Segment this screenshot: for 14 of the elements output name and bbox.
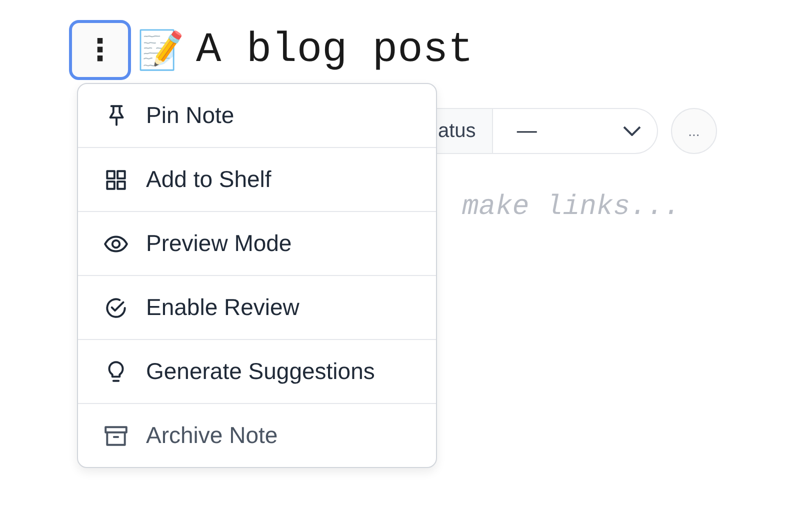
menu-item[interactable]: Pin Note	[78, 84, 436, 148]
more-button[interactable]: ...	[671, 108, 717, 154]
status-label: atus	[436, 109, 493, 153]
menu-item[interactable]: Preview Mode	[78, 212, 436, 276]
menu-item[interactable]: Enable Review	[78, 276, 436, 340]
menu-item[interactable]: Archive Note	[78, 404, 436, 467]
menu-item[interactable]: Add to Shelf	[78, 148, 436, 212]
menu-item[interactable]: Generate Suggestions	[78, 340, 436, 404]
status-select[interactable]: atus —	[436, 108, 658, 154]
note-title: A blog post	[196, 26, 474, 74]
status-value: —	[516, 120, 537, 142]
more-options-button[interactable]: ⋮	[69, 20, 131, 80]
chevron-down-icon	[623, 126, 641, 136]
note-emoji: 📝	[137, 28, 184, 72]
